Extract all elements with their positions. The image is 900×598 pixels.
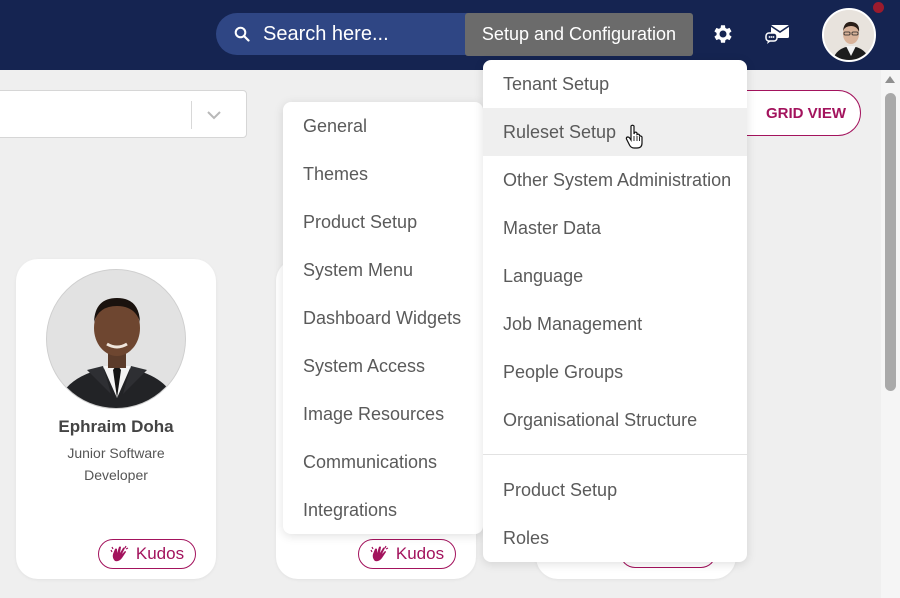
employee-role: Junior Software Developer [67,445,165,483]
kudos-button[interactable]: Kudos [98,539,196,569]
dropdown-separator [191,101,192,129]
kudos-label: Kudos [135,544,185,563]
avatar[interactable] [822,8,876,62]
messages-icon[interactable] [764,20,792,48]
menu-item-organisational-structure[interactable]: Organisational Structure [483,396,747,444]
menu-item-product-setup[interactable]: Product Setup [283,198,483,246]
employee-card[interactable]: Ephraim Doha Junior Software Developer K… [16,259,216,579]
employee-photo [46,269,186,409]
menu-item-other-system-administration[interactable]: Other System Administration [483,156,747,204]
menu-item-ruleset-setup[interactable]: Ruleset Setup [483,108,747,156]
kudos-label: Kudos [395,544,445,563]
clap-icon [370,545,390,563]
menu-divider [483,454,747,455]
gear-icon[interactable] [709,20,737,48]
menu-item-people-groups[interactable]: People Groups [483,348,747,396]
filter-dropdown[interactable] [0,90,247,138]
chevron-down-icon[interactable] [205,106,223,129]
scrollbar-thumb[interactable] [885,93,896,391]
kudos-button[interactable]: Kudos [358,539,456,569]
notification-dot [873,2,884,13]
menu-item-system-menu[interactable]: System Menu [283,246,483,294]
employee-name: Ephraim Doha [58,417,174,436]
menu-item-language[interactable]: Language [483,252,747,300]
menu-item-master-data[interactable]: Master Data [483,204,747,252]
menu-item-general[interactable]: General [283,102,483,150]
setup-submenu-right: Tenant Setup Ruleset Setup Other System … [483,60,747,562]
clap-icon [110,545,130,563]
search-icon [234,26,250,42]
menu-item-roles[interactable]: Roles [483,514,747,562]
hand-pointer-icon [625,124,645,150]
menu-item-system-access[interactable]: System Access [283,342,483,390]
menu-item-product-setup-2[interactable]: Product Setup [483,466,747,514]
scroll-up-arrow[interactable] [885,76,895,83]
menu-item-integrations[interactable]: Integrations [283,486,483,534]
setup-tooltip: Setup and Configuration [465,13,693,56]
menu-item-tenant-setup[interactable]: Tenant Setup [483,60,747,108]
menu-item-image-resources[interactable]: Image Resources [283,390,483,438]
menu-item-dashboard-widgets[interactable]: Dashboard Widgets [283,294,483,342]
menu-item-job-management[interactable]: Job Management [483,300,747,348]
menu-item-themes[interactable]: Themes [283,150,483,198]
setup-submenu-left: General Themes Product Setup System Menu… [283,102,483,534]
menu-item-communications[interactable]: Communications [283,438,483,486]
search-input[interactable] [263,22,463,46]
